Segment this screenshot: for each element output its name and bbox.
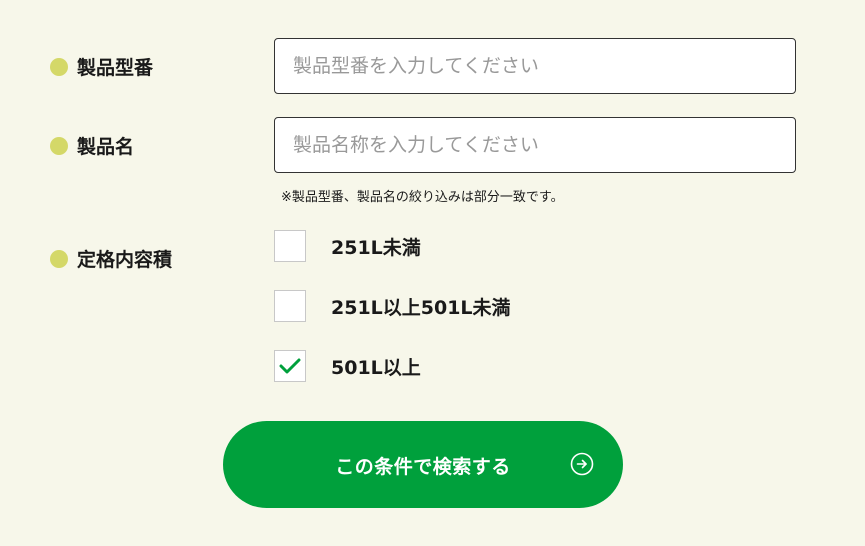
model-number-input[interactable] [274, 38, 796, 94]
checkbox-checked[interactable] [274, 350, 306, 382]
search-submit-button[interactable]: この条件で検索する [223, 421, 623, 508]
checkbox[interactable] [274, 230, 306, 262]
arrow-right-circle-icon [570, 452, 594, 476]
bullet-dot-icon [50, 57, 68, 76]
capacity-option-label: 251L未満 [331, 236, 421, 259]
bullet-dot-icon [50, 136, 68, 155]
checkbox[interactable] [274, 290, 306, 322]
model-number-label: 製品型番 [77, 57, 154, 79]
bullet-dot-icon [50, 249, 68, 268]
model-number-label-row: 製品型番 [50, 53, 153, 80]
product-name-label: 製品名 [77, 136, 135, 158]
partial-match-note: ※製品型番、製品名の絞り込みは部分一致です。 [281, 190, 564, 205]
capacity-option-under-251[interactable]: 251L未満 [274, 230, 421, 262]
capacity-label-row: 定格内容積 [50, 245, 172, 272]
capacity-option-label: 501L以上 [331, 356, 421, 379]
product-name-input[interactable] [274, 117, 796, 173]
product-name-label-row: 製品名 [50, 132, 134, 159]
capacity-label: 定格内容積 [77, 249, 173, 271]
checkmark-icon [279, 358, 301, 374]
capacity-option-251-to-501[interactable]: 251L以上501L未満 [274, 290, 511, 322]
submit-button-label: この条件で検索する [335, 456, 511, 478]
capacity-option-label: 251L以上501L未満 [331, 296, 511, 319]
capacity-option-501-plus[interactable]: 501L以上 [274, 350, 421, 382]
